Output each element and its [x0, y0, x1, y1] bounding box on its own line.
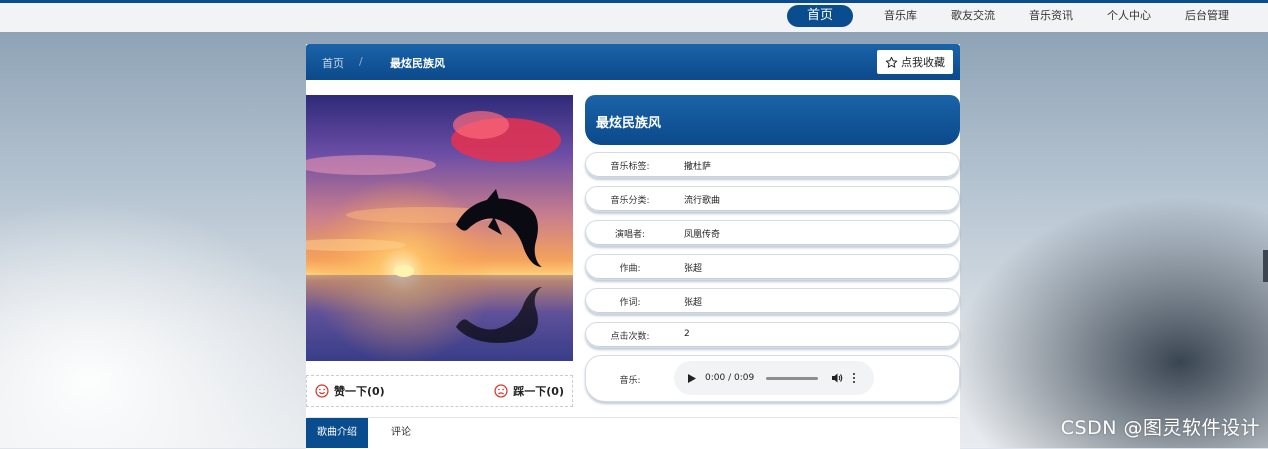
detail-row-category: 音乐分类: 流行歌曲: [585, 186, 960, 212]
breadcrumb: 首页 / 最炫民族风 点我收藏: [306, 44, 960, 80]
nav-admin[interactable]: 后台管理: [1168, 5, 1246, 27]
nav-music-library[interactable]: 音乐库: [867, 5, 934, 27]
detail-label: 演唱者:: [614, 230, 646, 240]
detail-label: 音乐分类:: [610, 196, 650, 206]
more-options-icon[interactable]: [853, 373, 856, 383]
breadcrumb-home-link[interactable]: 首页: [322, 55, 344, 71]
dislike-label: 踩一下(0): [513, 385, 564, 398]
song-detail-panel: 首页 / 最炫民族风 点我收藏 赞一下(0) 踩一下(0) 最炫民族风 音乐标签…: [306, 44, 960, 449]
nav-personal-center[interactable]: 个人中心: [1090, 5, 1168, 27]
detail-row-composer: 作曲: 张超: [585, 254, 960, 280]
player-time: 0:00 / 0:09: [705, 373, 755, 383]
nav-music-news[interactable]: 音乐资讯: [1012, 5, 1090, 27]
nav-fan-forum[interactable]: 歌友交流: [934, 5, 1012, 27]
main-nav: 首页 音乐库 歌友交流 音乐资讯 个人中心 后台管理: [786, 5, 1246, 27]
nav-home[interactable]: 首页: [786, 5, 853, 27]
volume-icon[interactable]: [832, 373, 843, 383]
watermark: CSDN @图灵软件设计: [1060, 417, 1260, 439]
detail-row-tag: 音乐标签: 撒杜萨: [585, 152, 960, 178]
player-progress-bar[interactable]: [766, 376, 819, 380]
favorite-button-label: 点我收藏: [901, 56, 945, 69]
sunset-dolphin-image: [306, 95, 573, 361]
song-title: 最炫民族风: [596, 116, 662, 131]
top-navbar: 首页 音乐库 歌友交流 音乐资讯 个人中心 后台管理: [0, 0, 1268, 32]
detail-label: 音乐标签:: [610, 162, 650, 172]
detail-value: 撒杜萨: [684, 162, 712, 172]
scrollbar-thumb[interactable]: [1263, 250, 1268, 282]
vote-row: 赞一下(0) 踩一下(0): [306, 375, 573, 407]
frown-icon: [494, 384, 508, 398]
detail-label: 作词:: [619, 298, 641, 308]
detail-label: 作曲:: [619, 264, 641, 274]
song-cover-image: [306, 95, 573, 361]
play-icon[interactable]: [688, 373, 696, 383]
music-row: 音乐: 0:00 / 0:09: [585, 355, 960, 402]
music-label: 音乐:: [619, 376, 641, 386]
detail-value: 流行歌曲: [684, 196, 721, 206]
breadcrumb-current: 最炫民族风: [390, 57, 445, 70]
detail-row-clicks: 点击次数: 2: [585, 322, 960, 348]
tab-comments[interactable]: 评论: [380, 418, 422, 448]
detail-row-lyricist: 作词: 张超: [585, 288, 960, 314]
detail-value: 张超: [684, 264, 703, 274]
favorite-button[interactable]: 点我收藏: [877, 50, 953, 74]
like-label: 赞一下(0): [334, 385, 385, 398]
detail-value: 2: [684, 329, 690, 339]
dislike-button[interactable]: 踩一下(0): [494, 383, 564, 399]
audio-player: 0:00 / 0:09: [674, 361, 874, 395]
like-button[interactable]: 赞一下(0): [315, 383, 385, 399]
smile-icon: [315, 384, 329, 398]
star-outline-icon: [885, 56, 898, 68]
detail-label: 点击次数:: [610, 332, 650, 342]
detail-value: 张超: [684, 298, 703, 308]
detail-row-singer: 演唱者: 凤凰传奇: [585, 220, 960, 246]
breadcrumb-separator: /: [359, 55, 363, 68]
detail-tabs: 歌曲介绍 评论: [306, 417, 960, 449]
detail-value: 凤凰传奇: [684, 230, 721, 240]
tab-song-intro[interactable]: 歌曲介绍: [306, 418, 368, 448]
song-title-box: 最炫民族风: [585, 95, 960, 145]
